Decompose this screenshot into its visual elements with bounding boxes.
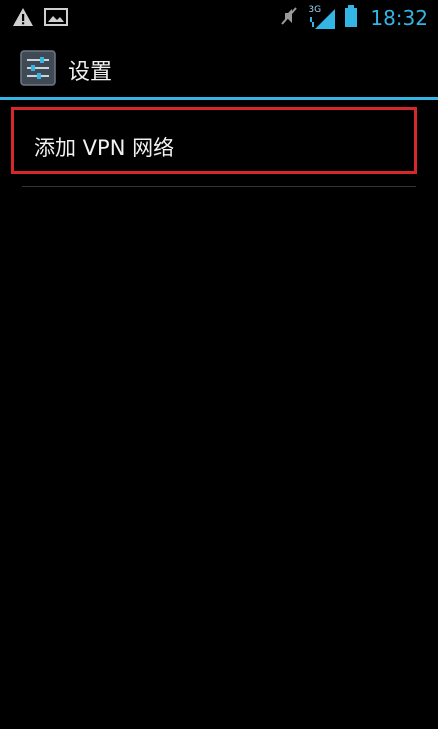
status-clock: 18:32 [370, 6, 428, 30]
list-divider [22, 186, 416, 187]
battery-icon [344, 4, 358, 32]
settings-icon[interactable] [20, 50, 56, 86]
picture-icon [44, 7, 68, 31]
page-title: 设置 [68, 60, 113, 85]
mute-icon [278, 5, 300, 31]
action-bar: 设置 [0, 36, 438, 98]
signal-icon: 3G [308, 5, 336, 31]
notification-icons [12, 7, 68, 31]
status-bar: 3G 18:32 [0, 0, 438, 36]
add-vpn-network-item[interactable]: 添加 VPN 网络 [11, 107, 417, 174]
list-item-label: 添加 VPN 网络 [34, 136, 175, 160]
warning-icon [12, 7, 34, 31]
action-bar-divider [0, 97, 438, 100]
system-icons: 3G 18:32 [278, 3, 428, 33]
